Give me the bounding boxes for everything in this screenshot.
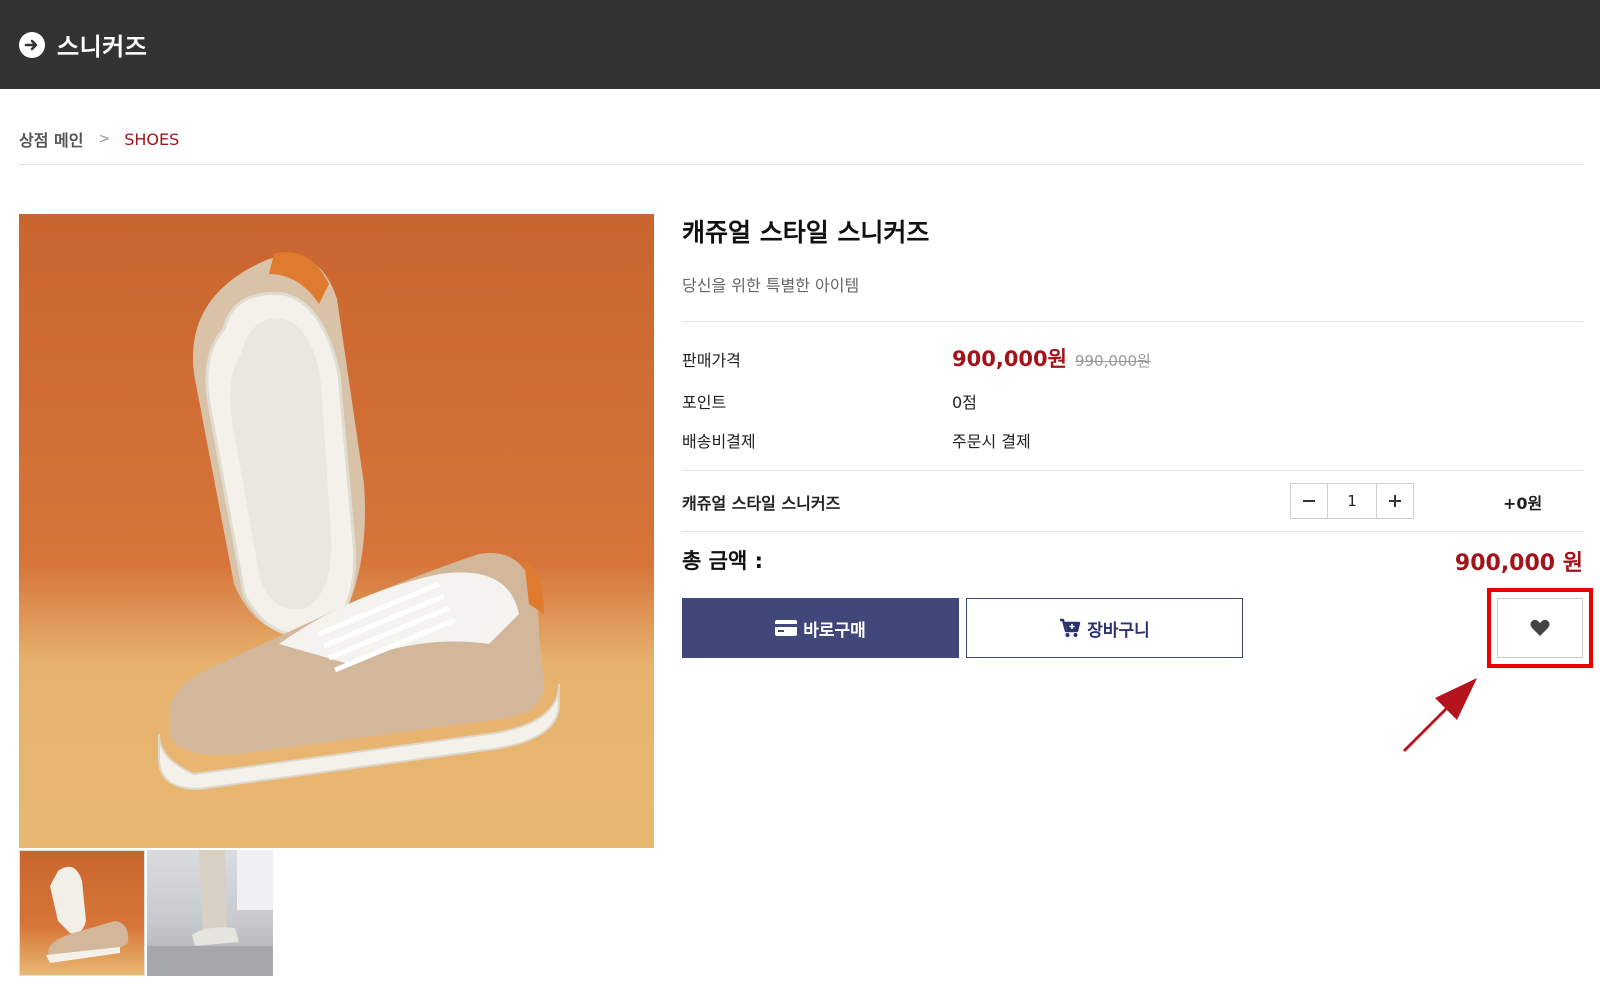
pointer-arrow-icon xyxy=(1403,678,1477,752)
product-subtitle: 당신을 위한 특별한 아이템 xyxy=(682,276,860,295)
shipping-value: 주문시 결제 xyxy=(952,432,1031,451)
breadcrumb-current[interactable]: SHOES xyxy=(124,130,179,149)
divider xyxy=(682,470,1583,471)
option-price: +0원 xyxy=(1503,494,1543,513)
add-to-cart-label: 장바구니 xyxy=(1087,620,1150,641)
breadcrumb-home[interactable]: 상점 메인 xyxy=(19,127,83,151)
total-label: 총 금액 : xyxy=(682,549,763,573)
top-header: 스니커즈 xyxy=(0,0,1600,89)
page-title: 스니커즈 xyxy=(57,33,148,61)
divider xyxy=(19,164,1583,165)
quantity-stepper: 1 xyxy=(1290,483,1414,519)
heart-icon xyxy=(1530,619,1550,636)
price-values: 900,000원 990,000원 xyxy=(952,343,1151,373)
original-price: 990,000원 xyxy=(1074,352,1151,370)
breadcrumb: 상점 메인 > SHOES xyxy=(19,127,179,151)
add-to-cart-button[interactable]: 장바구니 xyxy=(966,598,1243,658)
product-title: 캐쥬얼 스타일 스니커즈 xyxy=(682,218,930,247)
shipping-label: 배송비결제 xyxy=(682,432,756,451)
price-label: 판매가격 xyxy=(682,351,741,370)
buy-now-label: 바로구매 xyxy=(803,620,866,641)
wishlist-button[interactable] xyxy=(1497,598,1583,658)
minus-icon xyxy=(1303,500,1315,502)
points-value: 0점 xyxy=(952,393,977,412)
credit-card-icon xyxy=(775,620,798,636)
plus-icon xyxy=(1389,495,1401,507)
sale-price: 900,000원 xyxy=(952,347,1067,371)
breadcrumb-separator: > xyxy=(98,131,111,147)
thumbnail-2[interactable] xyxy=(147,850,273,976)
points-label: 포인트 xyxy=(682,393,727,412)
divider xyxy=(682,321,1583,322)
total-value: 900,000 원 xyxy=(1454,551,1583,576)
buy-now-button[interactable]: 바로구매 xyxy=(682,598,959,658)
quantity-input[interactable]: 1 xyxy=(1327,484,1377,518)
plus-button[interactable] xyxy=(1377,484,1413,518)
divider xyxy=(682,531,1583,532)
arrow-circle-right-icon[interactable] xyxy=(19,31,45,58)
product-main-image xyxy=(19,214,654,848)
option-name: 캐쥬얼 스타일 스니커즈 xyxy=(682,494,841,513)
thumbnail-1[interactable] xyxy=(19,850,145,976)
cart-icon xyxy=(1059,618,1081,638)
thumbnail-list xyxy=(19,850,273,976)
minus-button[interactable] xyxy=(1291,484,1327,518)
